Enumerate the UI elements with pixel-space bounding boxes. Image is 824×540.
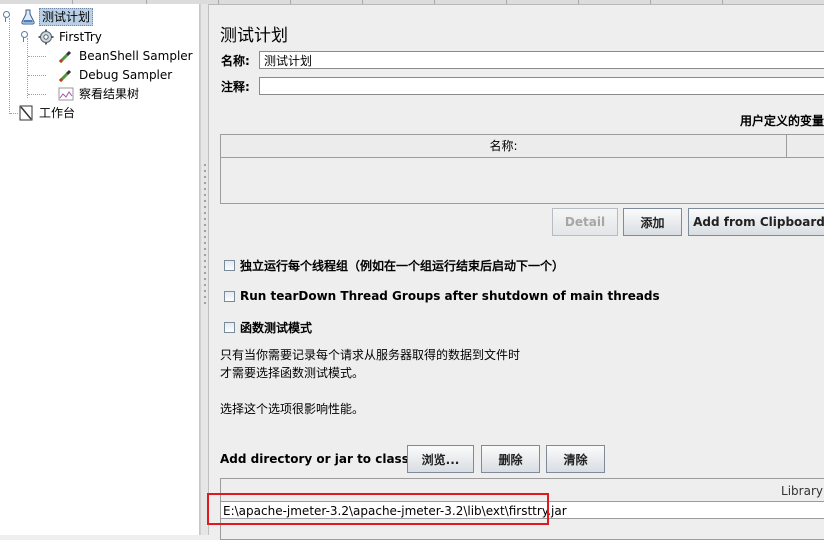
test-plan-tree: 测试计划 FirstTry BeanShell Sampler Debug Sa… <box>0 4 200 535</box>
sampler-pipette-icon <box>58 67 74 83</box>
tree-item-label: 工作台 <box>39 106 76 120</box>
tree-item-debug-sampler[interactable]: Debug Sampler <box>58 66 174 84</box>
workbench-icon <box>18 105 34 121</box>
page-title: 测试计划 <box>220 26 288 46</box>
browse-button[interactable]: 浏览... <box>407 445 474 473</box>
tree-item-thread-group[interactable]: FirstTry <box>38 28 104 46</box>
name-field[interactable] <box>259 51 824 69</box>
checkbox-label: 函数测试模式 <box>240 320 313 335</box>
column-header-value[interactable] <box>787 135 824 158</box>
test-plan-flask-icon <box>20 9 36 25</box>
add-button[interactable]: 添加 <box>623 208 682 236</box>
tree-item-label: 测试计划 <box>39 8 94 26</box>
tree-item-label: 察看结果树 <box>79 87 140 101</box>
checkbox-box[interactable] <box>224 321 235 333</box>
tree-item-label: BeanShell Sampler <box>79 49 193 63</box>
tree-item-test-plan[interactable]: 测试计划 <box>20 8 94 26</box>
tree-item-view-results-tree[interactable]: 察看结果树 <box>58 85 141 103</box>
run-teardown-checkbox[interactable]: Run tearDown Thread Groups after shutdow… <box>224 287 660 305</box>
performance-note: 选择这个选项很影响性能。 <box>220 402 365 416</box>
highlight-annotation-box <box>207 493 549 525</box>
user-variables-title: 用户定义的变量 <box>740 114 824 128</box>
sampler-pipette-icon <box>58 48 74 64</box>
comment-row: 注释: <box>220 76 824 96</box>
comment-field[interactable] <box>259 77 824 95</box>
tree-item-label: FirstTry <box>59 30 102 44</box>
checkbox-box[interactable] <box>224 290 235 302</box>
tree-item-label: Debug Sampler <box>79 68 173 82</box>
functional-mode-note-line1: 只有当你需要记录每个请求从服务器取得的数据到文件时 <box>220 348 521 362</box>
name-label: 名称: <box>221 53 250 68</box>
clear-button[interactable]: 清除 <box>546 445 605 473</box>
listener-graph-icon <box>58 86 74 102</box>
tree-item-workbench[interactable]: 工作台 <box>18 104 77 122</box>
column-header-name[interactable]: 名称: <box>221 135 787 158</box>
user-variables-table[interactable]: 名称: <box>220 134 824 204</box>
comment-label: 注释: <box>221 79 250 94</box>
expand-toggle-icon[interactable] <box>2 10 10 22</box>
expand-toggle-icon[interactable] <box>20 30 28 42</box>
checkbox-label: Run tearDown Thread Groups after shutdow… <box>240 289 660 303</box>
detail-button[interactable]: Detail <box>552 208 618 236</box>
add-from-clipboard-button[interactable]: Add from Clipboard <box>688 208 824 236</box>
name-row: 名称: <box>220 50 824 70</box>
functional-mode-note-line2: 才需要选择函数测试模式。 <box>220 366 365 380</box>
column-header-library[interactable]: Library <box>781 484 823 498</box>
delete-button[interactable]: 删除 <box>481 445 540 473</box>
run-groups-consecutively-checkbox[interactable]: 独立运行每个线程组（例如在一个组运行结束后启动下一个） <box>224 256 564 274</box>
test-plan-panel: 测试计划 名称: 注释: 用户定义的变量 名称: Detail 添加 Add f… <box>210 4 824 540</box>
splitter-handle[interactable] <box>200 4 209 535</box>
checkbox-box[interactable] <box>224 259 235 271</box>
functional-test-mode-checkbox[interactable]: 函数测试模式 <box>224 318 312 336</box>
tree-item-beanshell-sampler[interactable]: BeanShell Sampler <box>58 47 195 65</box>
thread-group-gear-icon <box>38 29 54 45</box>
checkbox-label: 独立运行每个线程组（例如在一个组运行结束后启动下一个） <box>240 258 565 273</box>
